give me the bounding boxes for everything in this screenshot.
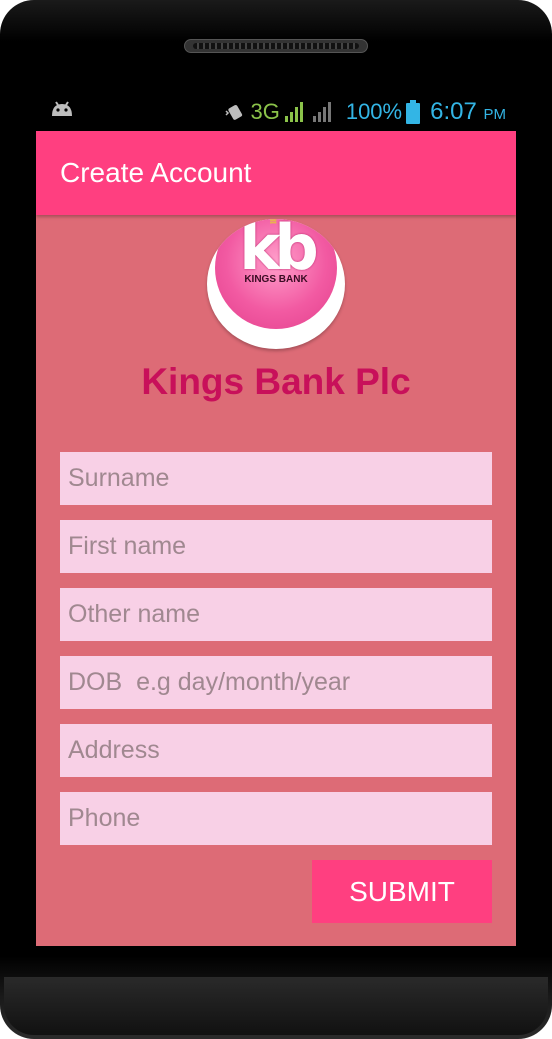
android-debug-icon <box>52 101 72 116</box>
first-name-input[interactable] <box>60 520 492 573</box>
speaker-grille <box>184 39 368 53</box>
dob-input[interactable] <box>60 656 492 709</box>
surname-input[interactable] <box>60 452 492 505</box>
phone-frame: 3G 100% 6:07 PM Create Account ♛ kb KING… <box>0 0 552 1039</box>
clock: 6:07 PM <box>430 98 506 126</box>
bank-logo: ♛ kb KINGS BANK <box>207 219 345 349</box>
signal-empty-icon <box>312 102 331 122</box>
battery-icon <box>406 100 421 124</box>
logo-badge: ♛ kb KINGS BANK <box>215 219 337 329</box>
app-bar: Create Account <box>36 131 516 215</box>
network-type: 3G <box>250 99 280 124</box>
other-name-input[interactable] <box>60 588 492 641</box>
vibrate-icon <box>225 105 243 120</box>
app-screen: Create Account ♛ kb KINGS BANK Kings Ban… <box>36 131 516 946</box>
address-input[interactable] <box>60 724 492 777</box>
battery-percent: 100% <box>345 99 403 124</box>
phone-bottom-bezel <box>4 977 548 1035</box>
signal-icon <box>284 102 303 122</box>
status-bar: 3G 100% 6:07 PM <box>36 94 516 130</box>
submit-button[interactable]: SUBMIT <box>312 860 492 923</box>
logo-text: KINGS BANK <box>244 274 308 285</box>
clock-time: 6:07 <box>430 98 477 125</box>
phone-input[interactable] <box>60 792 492 845</box>
clock-ampm: PM <box>483 106 507 123</box>
page-title: Create Account <box>60 157 252 188</box>
bank-name: Kings Bank Plc <box>141 361 411 402</box>
